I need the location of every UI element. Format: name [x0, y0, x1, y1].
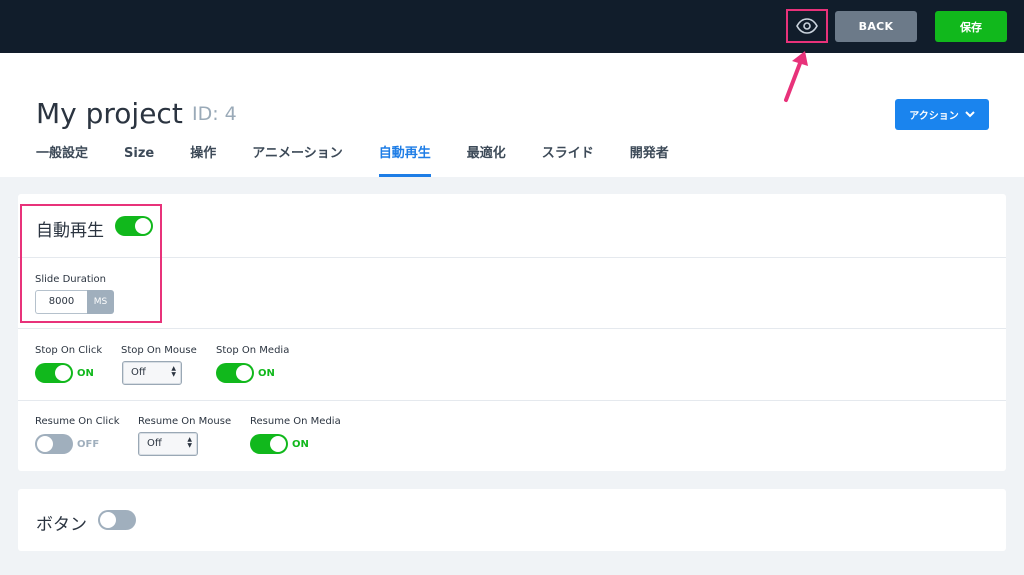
resume-on-media-label: Resume On Media	[250, 416, 341, 427]
divider	[18, 400, 1006, 401]
preview-highlight-box	[786, 9, 828, 43]
tab-slides[interactable]: スライド	[542, 146, 594, 177]
stop-on-click-state: ON	[77, 368, 94, 379]
select-arrows-icon: ▲ ▼	[171, 365, 176, 378]
divider	[18, 257, 1006, 258]
stop-on-click-label: Stop On Click	[35, 345, 103, 356]
tab-optimization[interactable]: 最適化	[467, 146, 506, 177]
stop-on-click-toggle[interactable]	[35, 363, 73, 383]
resume-on-mouse-value: Off	[147, 438, 162, 449]
stop-on-media-state: ON	[258, 368, 275, 379]
page-title: My project	[36, 97, 183, 130]
tab-general[interactable]: 一般設定	[36, 146, 88, 177]
tab-autoplay[interactable]: 自動再生	[378, 146, 431, 177]
buttons-toggle[interactable]	[98, 510, 136, 530]
tab-animation[interactable]: アニメーション	[252, 146, 342, 177]
buttons-title: ボタン	[36, 515, 87, 535]
autoplay-highlight-box	[20, 204, 162, 323]
action-label: アクション	[909, 111, 959, 122]
top-bar: BACK 保存	[0, 0, 1024, 53]
resume-on-mouse-select[interactable]: Off ▲ ▼	[138, 432, 198, 456]
resume-on-media-state: ON	[292, 439, 309, 450]
stop-on-media-toggle[interactable]	[216, 363, 254, 383]
project-id: ID: 4	[192, 103, 237, 125]
resume-on-click-toggle[interactable]	[35, 434, 73, 454]
save-button[interactable]: 保存	[935, 11, 1007, 42]
back-button[interactable]: BACK	[835, 11, 917, 42]
stop-on-media-label: Stop On Media	[216, 345, 290, 356]
select-arrows-icon: ▲ ▼	[187, 436, 192, 449]
chevron-down-icon	[965, 111, 975, 118]
tab-size[interactable]: Size	[124, 146, 154, 177]
tab-bar: 一般設定 Size 操作 アニメーション 自動再生 最適化 スライド 開発者	[36, 146, 705, 177]
annotation-arrow	[784, 51, 808, 102]
divider	[18, 328, 1006, 329]
resume-on-mouse-label: Resume On Mouse	[138, 416, 232, 427]
tab-controls[interactable]: 操作	[190, 146, 216, 177]
resume-on-click-label: Resume On Click	[35, 416, 120, 427]
stop-on-mouse-value: Off	[131, 367, 146, 378]
stop-on-mouse-select[interactable]: Off ▲ ▼	[122, 361, 182, 385]
buttons-card: ボタン	[18, 489, 1006, 551]
resume-on-media-toggle[interactable]	[250, 434, 288, 454]
autoplay-card: 自動再生 Slide Duration 8000 MS Stop On Clic…	[18, 194, 1006, 471]
resume-on-click-state: OFF	[77, 439, 100, 450]
action-dropdown-button[interactable]: アクション	[895, 99, 989, 130]
tab-developer[interactable]: 開発者	[630, 146, 669, 177]
stop-on-mouse-label: Stop On Mouse	[121, 345, 197, 356]
